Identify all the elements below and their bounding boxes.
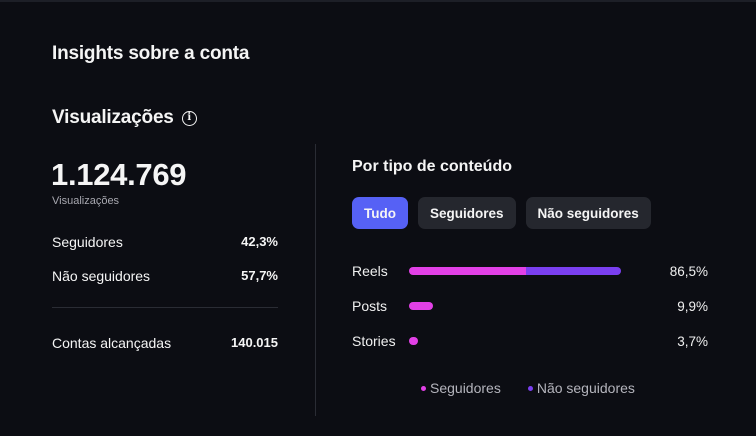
content-filter-tabs: Tudo Seguidores Não seguidores [352,197,651,229]
accounts-reached-value: 140.015 [231,335,278,350]
bar-row-stories: Stories 3,7% [352,332,708,350]
bar-followers-segment [409,267,526,275]
page-title: Insights sobre a conta [52,43,250,64]
top-divider [0,0,756,2]
legend-dot-followers [421,385,426,391]
tab-followers[interactable]: Seguidores [417,197,516,229]
bar-value: 9,9% [677,298,708,314]
followers-value: 42,3% [241,234,278,249]
tab-non-followers[interactable]: Não seguidores [525,197,651,229]
column-divider [315,144,316,416]
bar-followers-segment [409,302,434,310]
bar-label: Reels [352,263,388,279]
non-followers-stat-row: Não seguidores 57,7% [52,268,278,284]
bar-followers-segment [409,337,419,345]
chart-legend: Seguidores Não seguidores [421,380,635,396]
accounts-reached-row: Contas alcançadas 140.015 [52,335,278,351]
bar-value: 86,5% [669,263,708,279]
section-title-text: Visualizações [52,107,174,128]
bar-track [409,267,621,275]
section-title: Visualizações i [52,107,197,129]
legend-dot-non-followers [527,385,533,391]
total-views: 1.124.769 [51,157,187,192]
content-type-title: Por tipo de conteúdo [352,158,512,175]
info-icon[interactable]: i [181,110,197,126]
non-followers-value: 57,7% [241,268,278,283]
followers-stat-row: Seguidores 42,3% [52,234,278,250]
bar-row-posts: Posts 9,9% [352,297,708,315]
total-views-label: Visualizações [52,195,120,207]
non-followers-label: Não seguidores [52,268,151,284]
bar-non-followers-segment [525,267,621,275]
bar-label: Posts [352,298,388,314]
accounts-reached-label: Contas alcançadas [52,335,172,351]
bar-row-reels: Reels 86,5% [352,262,708,280]
bar-label: Stories [352,333,396,349]
followers-label: Seguidores [52,234,123,250]
legend-label: Não seguidores [536,380,635,396]
legend-label: Seguidores [430,380,501,396]
stats-divider [52,307,278,308]
legend-item-non-followers: Não seguidores [527,380,635,396]
tab-all[interactable]: Tudo [352,197,408,229]
bar-track [409,302,434,310]
bar-value: 3,7% [677,333,708,349]
bar-track [409,337,419,345]
legend-item-followers: Seguidores [421,380,501,396]
